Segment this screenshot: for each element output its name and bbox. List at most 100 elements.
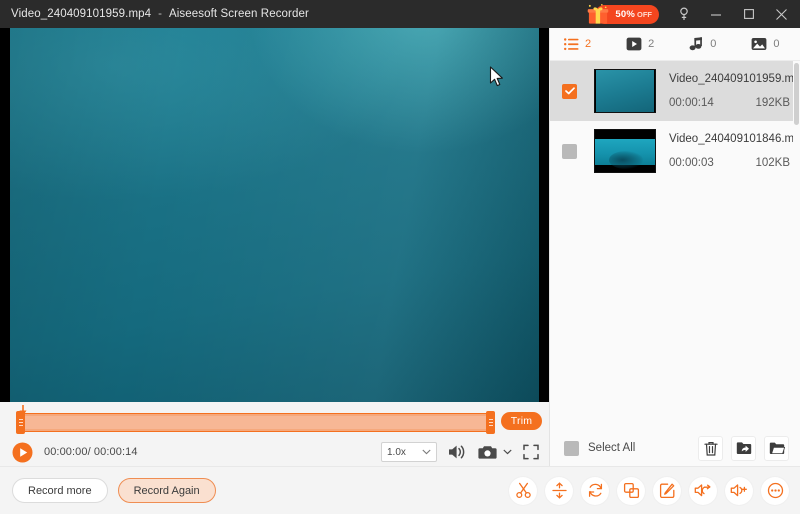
folder-open-icon: [769, 442, 785, 454]
minimize-icon: [710, 14, 721, 16]
tab-video-count: 2: [648, 38, 655, 50]
rotate-icon: [588, 483, 602, 497]
chevron-down-icon: [422, 449, 431, 455]
tab-all-files-count: 2: [585, 38, 592, 50]
trash-icon: [703, 441, 718, 456]
file-duration-2: 00:00:03: [669, 157, 714, 169]
more-tool[interactable]: [761, 476, 789, 505]
title-bar-controls: 50% OFF: [588, 0, 800, 28]
audio-replace-tool[interactable]: [689, 476, 717, 505]
edit-icon: [659, 483, 674, 499]
video-icon: [626, 37, 642, 51]
file-size-1: 192KB: [755, 97, 790, 109]
video-preview[interactable]: [0, 28, 549, 402]
file-type-tabs: 2 2 0 0: [550, 28, 800, 61]
delete-button[interactable]: [698, 435, 723, 461]
list-icon: [564, 37, 579, 50]
trim-track[interactable]: [16, 411, 495, 434]
snapshot-button[interactable]: [478, 445, 512, 460]
file-thumbnail-2: [594, 129, 656, 173]
file-panel: 2 2 0 0 Video_240409101959.mp4 00:00:14 …: [549, 28, 800, 430]
file-name-1: Video_240409101959.mp4: [669, 73, 800, 85]
check-icon: [564, 87, 575, 95]
speed-select[interactable]: 1.0x: [381, 442, 437, 462]
file-checkbox-1[interactable]: [562, 83, 577, 99]
promo-off-text: OFF: [637, 9, 652, 19]
rotate-tool[interactable]: [581, 476, 609, 505]
trim-start-handle[interactable]: [16, 411, 25, 434]
select-all-label: Select All: [588, 442, 636, 454]
tab-all-files[interactable]: 2: [550, 28, 597, 61]
record-again-button[interactable]: Record Again: [117, 478, 216, 503]
promo-percent: 50%: [615, 8, 635, 20]
close-icon: [776, 8, 787, 20]
split-tool[interactable]: [545, 476, 573, 505]
volume-icon: [449, 445, 465, 459]
maximize-button[interactable]: [732, 0, 765, 28]
file-checkbox-2[interactable]: [562, 143, 577, 159]
timeline: [0, 402, 549, 438]
window-file-title: Video_240409101959.mp4: [11, 8, 152, 20]
screen-recorder-window: Video_240409101959.mp4 - Aiseesoft Scree…: [0, 0, 800, 514]
file-info-1: Video_240409101959.mp4 00:00:14 192KB: [669, 73, 800, 109]
merge-tool[interactable]: [617, 476, 645, 505]
trim-button[interactable]: Trim: [501, 412, 542, 430]
bottom-toolbar: Record more Record Again: [0, 466, 800, 514]
file-actions: [698, 435, 800, 461]
music-icon: [689, 37, 703, 51]
close-button[interactable]: [765, 0, 798, 28]
scissors-icon: [515, 482, 531, 499]
select-all-row: Select All: [549, 430, 800, 466]
record-more-button[interactable]: Record more: [12, 478, 108, 503]
tab-video[interactable]: 2: [620, 28, 660, 61]
tab-image[interactable]: 0: [745, 28, 785, 61]
image-icon: [751, 38, 767, 50]
edit-tool[interactable]: [653, 476, 681, 505]
audio-replace-icon: [694, 484, 711, 497]
help-button[interactable]: [669, 0, 699, 28]
trim-tool[interactable]: [509, 476, 537, 505]
file-info-2: Video_240409101846.mp4 00:00:03 102KB: [669, 133, 800, 169]
camera-icon: [478, 445, 497, 459]
trim-end-handle[interactable]: [486, 411, 495, 434]
file-row-2[interactable]: Video_240409101846.mp4 00:00:03 102KB: [550, 121, 800, 181]
scrollbar-thumb[interactable]: [794, 63, 799, 125]
tab-audio[interactable]: 0: [683, 28, 722, 61]
trim-track-fill: [18, 413, 493, 432]
file-size-2: 102KB: [755, 157, 790, 169]
video-frame: [10, 28, 539, 402]
help-icon: [680, 7, 688, 20]
file-row-1[interactable]: Video_240409101959.mp4 00:00:14 192KB: [550, 61, 800, 121]
fullscreen-icon: [523, 444, 539, 460]
merge-icon: [623, 482, 639, 499]
tab-image-count: 0: [773, 38, 780, 50]
fullscreen-button[interactable]: [523, 444, 539, 460]
folder-export-icon: [736, 442, 751, 454]
file-duration-1: 00:00:14: [669, 97, 714, 109]
volume-button[interactable]: [448, 444, 467, 460]
file-name-2: Video_240409101846.mp4: [669, 133, 800, 145]
minimize-button[interactable]: [699, 0, 732, 28]
maximize-icon: [743, 9, 754, 19]
title-separator: -: [158, 8, 162, 20]
play-button[interactable]: [12, 442, 33, 463]
open-folder-button[interactable]: [764, 435, 789, 461]
snapshot-chevron-down-icon[interactable]: [503, 449, 512, 455]
select-all-checkbox[interactable]: [564, 440, 579, 456]
tab-audio-count: 0: [710, 38, 717, 50]
file-list-scrollbar[interactable]: [793, 61, 800, 430]
more-icon: [767, 482, 783, 499]
volume-boost-icon: [730, 484, 747, 497]
promo-badge[interactable]: 50% OFF: [588, 3, 659, 24]
gift-icon: [588, 3, 609, 24]
split-icon: [551, 482, 567, 499]
edit-tools: [509, 476, 800, 505]
window-app-title: Aiseesoft Screen Recorder: [168, 8, 309, 20]
speed-value: 1.0x: [387, 446, 406, 458]
mouse-cursor: [489, 66, 503, 87]
title-bar: Video_240409101959.mp4 - Aiseesoft Scree…: [0, 0, 800, 28]
file-thumbnail-1: [594, 69, 656, 113]
file-list: Video_240409101959.mp4 00:00:14 192KB Vi…: [550, 61, 800, 430]
share-button[interactable]: [731, 435, 756, 461]
volume-boost-tool[interactable]: [725, 476, 753, 505]
